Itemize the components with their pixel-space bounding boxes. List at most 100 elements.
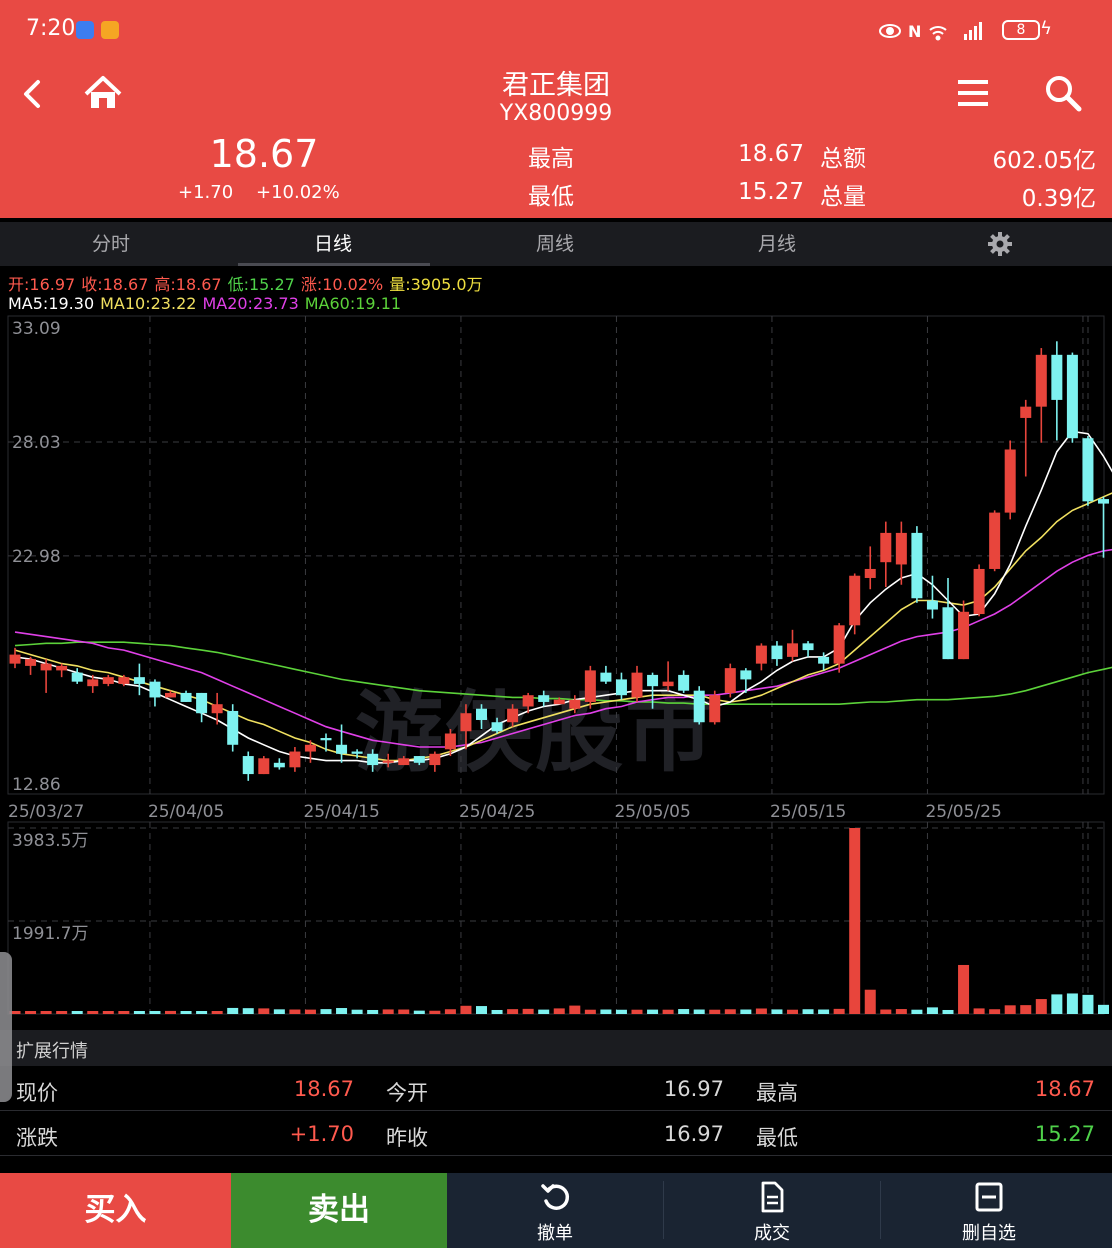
volume-bar xyxy=(211,1011,223,1014)
volume-bar xyxy=(600,1009,612,1014)
candle-body xyxy=(895,532,907,565)
tab-daily[interactable]: 日线 xyxy=(222,222,444,266)
candle-body xyxy=(491,722,503,732)
candle-body xyxy=(87,679,99,687)
candle-body xyxy=(71,672,83,682)
candle-body xyxy=(196,692,208,714)
date-tick-label: 25/05/15 xyxy=(770,802,846,822)
volume-bar xyxy=(1098,1004,1109,1014)
buy-button[interactable]: 买入 xyxy=(0,1173,231,1248)
candle-body xyxy=(460,713,472,732)
extended-row: 涨跌 +1.70 昨收 16.97 最低 15.27 xyxy=(0,1112,1112,1156)
candle-body xyxy=(320,738,332,741)
cancel-order-label: 撤单 xyxy=(537,1223,573,1244)
sell-button[interactable]: 卖出 xyxy=(231,1173,447,1248)
ext-label: 现价 xyxy=(16,1081,58,1105)
candle-body xyxy=(429,753,441,766)
ext-label: 最高 xyxy=(756,1081,798,1105)
volume-bar xyxy=(351,1009,363,1014)
ext-value: 16.97 xyxy=(663,1077,724,1101)
candle-body xyxy=(584,670,596,702)
candle-body xyxy=(476,708,487,720)
side-drawer-handle[interactable] xyxy=(0,952,12,1102)
candle-body xyxy=(9,654,21,664)
trade-toolbar: 买入 卖出 撤单 成交 删自选 xyxy=(0,1173,1112,1248)
ma-legend-item: MA20:23.73 xyxy=(202,294,299,313)
date-tick-label: 25/03/27 xyxy=(8,802,84,822)
ext-label: 最低 xyxy=(756,1126,798,1150)
candle-body xyxy=(227,710,239,745)
candlestick-chart[interactable]: 33.09 28.03 22.98 12.86 25/03/27 25/04/05 25/0… xyxy=(0,314,1112,1030)
deals-button[interactable]: 成交 xyxy=(664,1173,880,1248)
tab-intraday[interactable]: 分时 xyxy=(0,222,222,266)
volume-bar xyxy=(662,1009,674,1014)
extended-quote-header[interactable]: 扩展行情 xyxy=(0,1030,1112,1066)
candle-body xyxy=(522,695,534,707)
app-notification-icon xyxy=(76,21,94,39)
volume-bar xyxy=(258,1008,270,1014)
volume-bar xyxy=(818,1009,830,1014)
quote-label-low: 最低 xyxy=(528,184,574,210)
candle-body xyxy=(507,708,519,723)
candle-body xyxy=(989,512,1001,569)
quote-label-amount: 总额 xyxy=(820,146,866,172)
candle-body xyxy=(1035,354,1047,407)
ohlc-legend-item: 收:18.67 xyxy=(81,275,149,294)
candle-body xyxy=(553,699,565,705)
remove-watchlist-button[interactable]: 删自选 xyxy=(881,1173,1097,1248)
search-icon[interactable] xyxy=(1042,72,1084,114)
volume-bar xyxy=(196,1011,208,1014)
candle-body xyxy=(538,695,550,702)
volume-panel-frame xyxy=(7,821,1105,1015)
candle-body xyxy=(647,674,659,687)
menu-icon[interactable] xyxy=(954,74,992,112)
ohlc-legend-item: 开:16.97 xyxy=(8,275,76,294)
volume-bar xyxy=(304,1009,316,1014)
candle-body xyxy=(304,744,316,752)
volume-bar xyxy=(864,989,876,1014)
candle-body xyxy=(180,692,192,702)
volume-bar xyxy=(926,1007,938,1014)
deals-label: 成交 xyxy=(754,1223,790,1244)
volume-bar xyxy=(724,1009,736,1014)
status-bar: 7:20 N 8 ϟ xyxy=(0,0,1112,60)
date-tick-label: 25/04/25 xyxy=(459,802,535,822)
volume-bar xyxy=(569,1005,581,1014)
quote-value-volume: 0.39亿 xyxy=(1021,186,1096,212)
volume-bar xyxy=(1020,1005,1032,1014)
candle-body xyxy=(25,659,37,666)
volume-bar xyxy=(631,1009,643,1014)
price-tick-label: 12.86 xyxy=(12,775,61,795)
candle-body xyxy=(569,699,581,709)
tab-weekly[interactable]: 周线 xyxy=(444,222,666,266)
ext-label: 今开 xyxy=(386,1081,428,1105)
candle-body xyxy=(133,677,145,684)
volume-bar xyxy=(538,1009,550,1014)
volume-bar xyxy=(133,1011,145,1014)
gear-icon[interactable] xyxy=(988,232,1012,256)
volume-bar xyxy=(911,1009,923,1014)
ohlc-legend-item: 高:18.67 xyxy=(154,275,222,294)
volume-bar xyxy=(771,1009,783,1014)
candle-body xyxy=(413,756,425,763)
cancel-order-button[interactable]: 撤单 xyxy=(447,1173,663,1248)
candle-body xyxy=(771,645,783,660)
candle-body xyxy=(351,751,363,754)
price-change: +1.70 xyxy=(178,182,234,203)
candle-body xyxy=(1082,438,1094,502)
ohlc-legend-item: 涨:10.02% xyxy=(300,275,384,294)
volume-bar xyxy=(413,1010,425,1014)
volume-bar xyxy=(1082,994,1094,1014)
extended-quote-title: 扩展行情 xyxy=(16,1041,88,1062)
volume-bar xyxy=(227,1007,239,1014)
volume-bar xyxy=(1035,999,1047,1014)
tab-monthly[interactable]: 月线 xyxy=(666,222,888,266)
candle-body xyxy=(802,643,814,651)
candle-body xyxy=(818,656,830,664)
candle-body xyxy=(444,733,456,750)
candle-body xyxy=(724,668,736,693)
candle-body xyxy=(942,607,954,660)
candle-body xyxy=(1051,354,1063,400)
volume-bar xyxy=(444,1009,456,1014)
candle-body xyxy=(849,575,861,626)
